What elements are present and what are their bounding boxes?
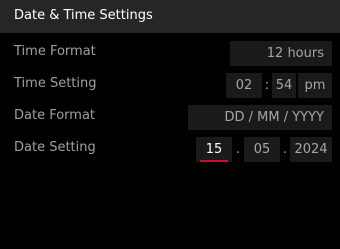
hour-field[interactable]: 02 — [226, 73, 262, 98]
time-format-value[interactable]: 12 hours — [230, 41, 332, 66]
active-underline — [200, 160, 228, 162]
date-format-row[interactable]: Date Format DD / MM / YYYY — [0, 101, 340, 131]
minute-field[interactable]: 54 — [272, 73, 296, 98]
time-setting-label: Time Setting — [14, 76, 97, 91]
year-field[interactable]: 2024 — [290, 137, 332, 162]
date-separator-2: . — [282, 142, 288, 157]
time-format-row[interactable]: Time Format 12 hours — [0, 37, 340, 67]
header-bar: Date & Time Settings — [0, 0, 340, 33]
date-time-settings-screen: Date & Time Settings Time Format 12 hour… — [0, 0, 340, 249]
date-format-label: Date Format — [14, 108, 96, 123]
am-pm-field[interactable]: pm — [298, 73, 332, 98]
time-separator: : — [264, 78, 270, 93]
date-setting-label: Date Setting — [14, 140, 96, 155]
day-field[interactable]: 15 — [196, 137, 232, 162]
date-format-value[interactable]: DD / MM / YYYY — [188, 105, 332, 130]
date-separator-1: . — [235, 142, 241, 157]
page-title: Date & Time Settings — [14, 8, 153, 23]
date-setting-row[interactable]: Date Setting 15 . 05 . 2024 — [0, 133, 340, 163]
month-field[interactable]: 05 — [244, 137, 280, 162]
time-setting-row[interactable]: Time Setting 02 : 54 pm — [0, 69, 340, 99]
day-value: 15 — [205, 142, 223, 157]
time-format-label: Time Format — [14, 44, 96, 59]
